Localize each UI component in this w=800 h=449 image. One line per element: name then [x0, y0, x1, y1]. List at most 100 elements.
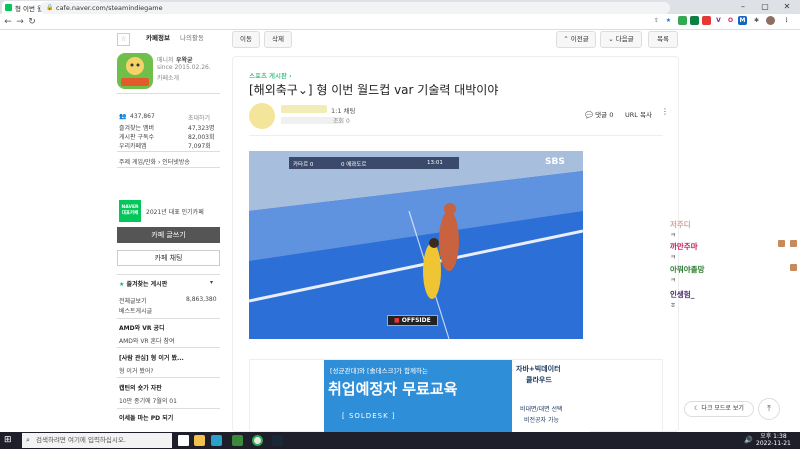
- view-count: 조회 0: [333, 118, 350, 125]
- move-button[interactable]: 이동: [232, 31, 260, 48]
- prev-post-button[interactable]: ⌃ 이전글: [556, 31, 596, 48]
- tab-my-activity[interactable]: 나의활동: [180, 31, 204, 45]
- close-window-icon[interactable]: ✕: [776, 0, 798, 14]
- cafe-since: since 2015.02.26.: [157, 64, 211, 71]
- next-label: 다음글: [615, 35, 634, 43]
- fav-boards-label: 즐겨찾는 게시판: [126, 281, 168, 288]
- reload-icon[interactable]: ↻: [26, 17, 38, 27]
- profile-avatar[interactable]: [766, 16, 775, 25]
- extension-icon[interactable]: [690, 16, 699, 25]
- ad-banner[interactable]: [성균관대]와 [솔데스크]가 함께하는 취업예정자 무료교육 [ SOLDES…: [249, 359, 663, 432]
- badge-text: 대표카페: [121, 211, 139, 216]
- board-link-best[interactable]: 베스트게시글: [119, 306, 152, 315]
- section-item[interactable]: 10만 종기에 7월의 01: [119, 396, 177, 405]
- file-explorer-icon[interactable]: [194, 435, 205, 446]
- search-placeholder: 검색하려면 여기에 입력하십시오.: [36, 436, 126, 444]
- board-link-all[interactable]: 전체글보기: [119, 296, 147, 305]
- avatar[interactable]: [249, 103, 275, 129]
- ad-side-text: 비전공자 가능: [524, 417, 560, 424]
- dark-mode-label: 다크 모드로 보기: [701, 405, 744, 412]
- clock-time: 오후 1:38: [760, 433, 787, 440]
- extensions-puzzle-icon[interactable]: ✱: [752, 16, 761, 25]
- offside-text: OFFSIDE: [401, 317, 431, 324]
- channel-logo: SBS: [545, 157, 565, 167]
- divider: [117, 151, 220, 152]
- windows-start-icon[interactable]: ⊞: [4, 435, 14, 445]
- maximize-icon[interactable]: ▢: [754, 0, 776, 14]
- cafe-chat-button[interactable]: 카페 채팅: [117, 250, 220, 266]
- app-icon[interactable]: [211, 435, 222, 446]
- fav-boards-title: ★ 즐겨찾는 게시판: [119, 279, 167, 288]
- favorite-star-icon[interactable]: ☆: [117, 33, 130, 46]
- stat-value: 82,003회: [188, 134, 215, 141]
- divider: [117, 318, 220, 319]
- section-item[interactable]: 형 이거 봤어?: [119, 366, 154, 375]
- member-count: 437,867: [130, 113, 155, 120]
- chevron-down-icon: ⌄: [608, 35, 614, 43]
- cafe-logo[interactable]: [117, 53, 153, 89]
- dark-mode-button[interactable]: ☾ 다크 모드로 보기: [684, 401, 754, 417]
- extension-icon[interactable]: [678, 16, 687, 25]
- taskbar-search-input[interactable]: ⌕ 검색하려면 여기에 입력하십시오.: [22, 433, 172, 448]
- volume-icon[interactable]: 🔊: [744, 436, 753, 444]
- ad-headline: [성균관대]와 [솔데스크]가 함께하는: [330, 367, 428, 375]
- list-button[interactable]: 목록: [648, 31, 678, 48]
- author-grade[interactable]: 1:1 채팅: [331, 105, 356, 115]
- section-title[interactable]: [사람 관심] 형 이거 봤...: [119, 353, 184, 362]
- stat-value: 47,323명: [188, 125, 215, 132]
- browser-menu-icon[interactable]: ⋮: [782, 16, 791, 25]
- comment-icon: 💬: [585, 111, 594, 119]
- windows-taskbar: ⊞ ⌕ 검색하려면 여기에 입력하십시오. 🔊 오후 1:38 2022-11-…: [0, 432, 800, 449]
- manager-label: 매니저: [157, 57, 174, 64]
- cafe-write-button[interactable]: 카페 글쓰기: [117, 227, 220, 243]
- section-title[interactable]: 캡틴의 숏가 자판: [119, 383, 162, 392]
- chrome-icon[interactable]: [252, 435, 263, 446]
- delete-button[interactable]: 삭제: [264, 31, 292, 48]
- section-title[interactable]: 이세돌 마는 PD 되기: [119, 413, 173, 422]
- minecraft-icon[interactable]: [232, 435, 243, 446]
- back-icon[interactable]: ←: [2, 17, 14, 27]
- minimize-icon[interactable]: –: [732, 0, 754, 14]
- system-clock[interactable]: 오후 1:38 2022-11-21: [756, 433, 791, 447]
- clock-date: 2022-11-21: [756, 440, 791, 447]
- tab-cafe-info[interactable]: 카페정보: [146, 31, 170, 45]
- divider: [117, 274, 220, 275]
- scroll-top-button[interactable]: ⤒: [758, 398, 780, 420]
- extension-v-icon[interactable]: V: [714, 16, 723, 25]
- chevron-down-icon[interactable]: ▾: [210, 279, 213, 286]
- ad-side-text: 클라우드: [526, 376, 552, 384]
- divider: [249, 135, 663, 136]
- more-icon[interactable]: ⋮: [661, 107, 669, 116]
- bookmark-star-icon[interactable]: ★: [664, 16, 673, 25]
- reply-count[interactable]: 💬 댓글 0: [585, 109, 613, 119]
- url-copy-button[interactable]: URL 복사: [625, 109, 652, 119]
- score-right: 0 에콰도르: [341, 162, 367, 168]
- author-name-blurred[interactable]: [281, 105, 327, 113]
- video-player[interactable]: 카타르 0 0 에콰도르 13:01 SBS ■ OFFSIDE: [249, 151, 583, 339]
- extension-m-icon[interactable]: M: [738, 16, 747, 25]
- invite-link[interactable]: 초대하기: [188, 113, 210, 122]
- match-clock: 13:01: [427, 160, 443, 166]
- ad-headline-main: 취업예정자 무료교육: [328, 380, 458, 398]
- steam-icon[interactable]: [272, 435, 283, 446]
- cafe-intro-link[interactable]: 카페소개: [157, 73, 179, 82]
- star-icon: ★: [119, 281, 125, 288]
- cafe-theme[interactable]: 주제 게임/만화 › 인터넷방송: [119, 157, 190, 166]
- stat-value: 7,097회: [188, 143, 211, 150]
- extension-icon[interactable]: [702, 16, 711, 25]
- offside-label: ■ OFFSIDE: [387, 315, 438, 326]
- task-view-icon[interactable]: [178, 435, 189, 446]
- chat-avatar: [790, 264, 797, 271]
- ad-image[interactable]: [성균관대]와 [솔데스크]가 함께하는 취업예정자 무료교육 [ SOLDES…: [324, 360, 590, 432]
- address-bar[interactable]: 🔒 cafe.naver.com/steamindiegame: [40, 2, 670, 14]
- breadcrumb[interactable]: 스포츠 게시판 ›: [249, 70, 292, 80]
- manager-name[interactable]: 우왁굳: [176, 55, 193, 64]
- section-item[interactable]: AMD와 VR 혼다 참여: [119, 336, 175, 345]
- forward-icon[interactable]: →: [14, 17, 26, 27]
- award-text: 2021년 대표 인기카페: [146, 209, 204, 216]
- share-icon[interactable]: ⇪: [652, 16, 661, 25]
- prev-label: 이전글: [570, 35, 589, 43]
- section-title[interactable]: AMD와 VR 공디: [119, 323, 165, 332]
- extension-o-icon[interactable]: O: [726, 16, 735, 25]
- next-post-button[interactable]: ⌄ 다음글: [600, 31, 642, 48]
